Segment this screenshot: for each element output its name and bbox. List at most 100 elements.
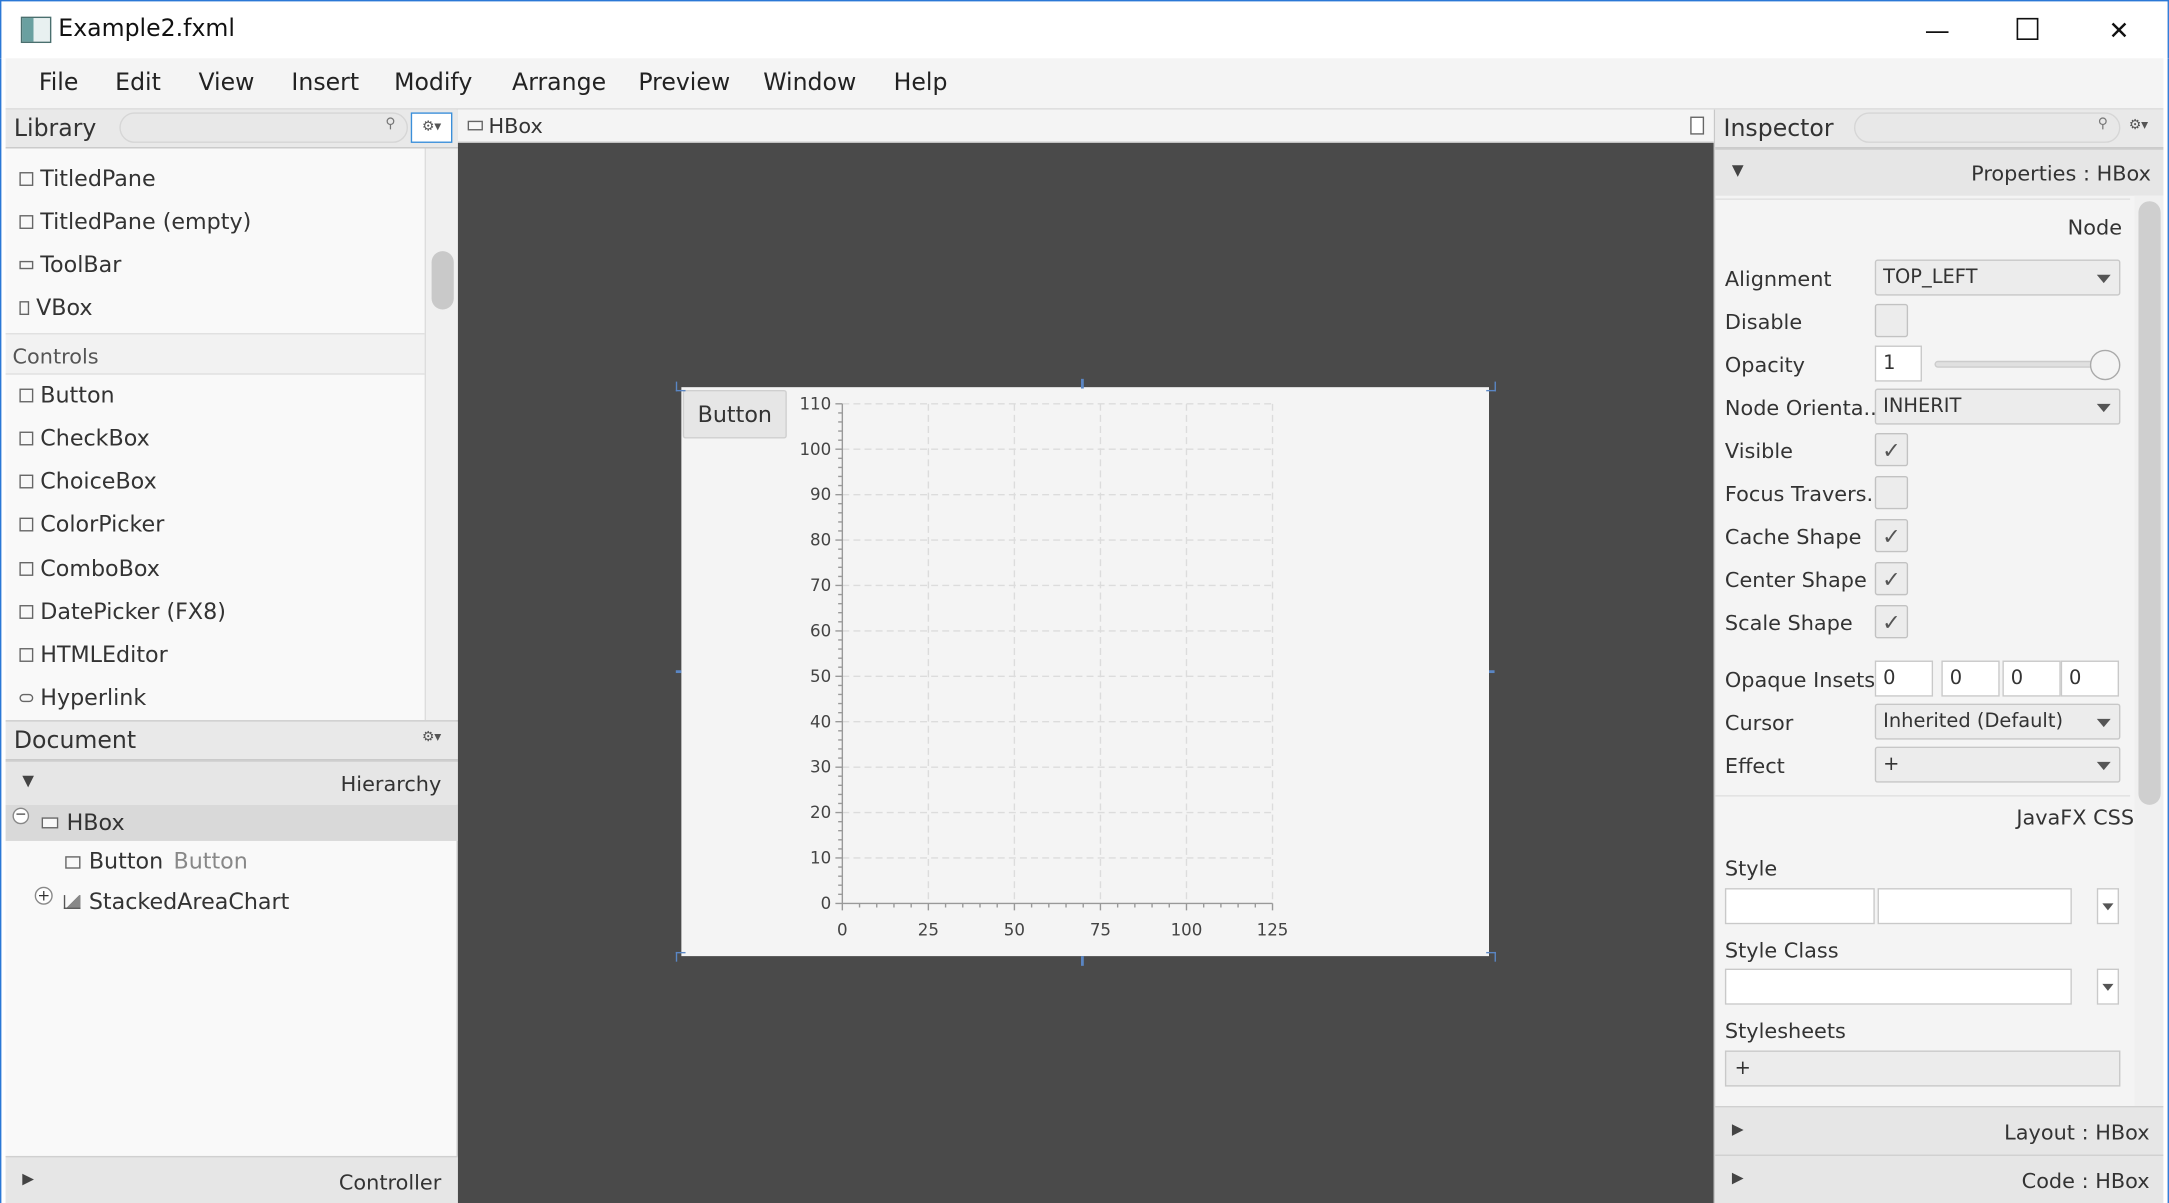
close-button[interactable]: ✕	[2072, 1, 2166, 59]
inspector-search-input[interactable]: ⚲	[1853, 112, 2121, 143]
collapse-arrow-icon: ▼	[22, 771, 34, 790]
code-bar[interactable]: ▶ Code : HBox	[1715, 1154, 2164, 1203]
selection-handle[interactable]	[1489, 670, 1495, 674]
hbox-container[interactable]: Button 0 10 20 30 40 50 60 70 80 90 100 110 0 25 50 75 1…	[681, 387, 1490, 957]
alignment-select[interactable]: TOP_LEFT	[1874, 259, 2121, 296]
hierarchy-bar[interactable]: ▼ Hierarchy	[5, 760, 458, 805]
library-item-datepicker[interactable]: DatePicker (FX8)	[19, 598, 226, 624]
library-item-choicebox[interactable]: ChoiceBox	[19, 468, 157, 494]
opacity-slider-thumb[interactable]	[2089, 349, 2121, 381]
selection-handle[interactable]	[1486, 381, 1496, 392]
library-item-button[interactable]: Button	[19, 382, 115, 408]
scale-shape-label: Scale Shape	[1724, 610, 1853, 636]
chevron-down-icon	[2096, 274, 2111, 284]
menu-preview[interactable]: Preview	[638, 69, 730, 97]
node-orientation-select[interactable]: INHERIT	[1874, 388, 2121, 425]
opacity-slider-track[interactable]	[1934, 360, 2113, 368]
menu-view[interactable]: View	[198, 69, 254, 97]
selection-handle[interactable]	[1081, 378, 1084, 389]
disable-checkbox[interactable]	[1874, 303, 1909, 338]
inspector-scrollbar[interactable]	[2134, 195, 2165, 1106]
library-settings-button[interactable]: ⚙▾	[410, 112, 453, 143]
opacity-input[interactable]: 1	[1874, 345, 1922, 382]
cache-shape-label: Cache Shape	[1724, 524, 1862, 550]
inspector-settings-icon[interactable]: ⚙▾	[2129, 118, 2148, 133]
opaque-insets-right[interactable]: 0	[1941, 660, 2000, 697]
library-item-hyperlink[interactable]: Hyperlink	[19, 684, 146, 711]
colorpicker-icon	[19, 516, 34, 531]
tree-row-stackedareachart[interactable]: + StackedAreaChart	[6, 884, 458, 920]
library-item-checkbox[interactable]: CheckBox	[19, 425, 150, 451]
library-item-titledpane[interactable]: TitledPane	[19, 165, 156, 192]
selection-handle[interactable]	[1081, 956, 1084, 966]
properties-bar[interactable]: ▼ Properties : HBox	[1715, 148, 2165, 196]
tree-row-hbox[interactable]: − HBox	[5, 804, 458, 841]
style-class-menu-button[interactable]	[2096, 968, 2120, 1005]
collapse-icon[interactable]: −	[12, 807, 30, 825]
menu-insert[interactable]: Insert	[291, 69, 359, 97]
selection-handle[interactable]	[675, 670, 682, 674]
selection-handle[interactable]	[1486, 951, 1496, 962]
library-item-vbox[interactable]: VBox	[19, 294, 93, 321]
search-icon: ⚲	[385, 116, 396, 132]
y-tick-label: 10	[810, 849, 831, 868]
selection-handle[interactable]	[675, 381, 686, 392]
maximize-button[interactable]: ☐	[1980, 1, 2074, 59]
center-shape-label: Center Shape	[1724, 567, 1867, 593]
effect-label: Effect	[1724, 753, 1785, 779]
library-item-toolbar[interactable]: ToolBar	[19, 251, 121, 278]
titledpane-icon	[19, 171, 34, 186]
style-class-input[interactable]	[1724, 968, 2072, 1005]
library-scrollbar[interactable]	[424, 148, 458, 721]
style-property-input[interactable]	[1724, 888, 1875, 925]
cache-shape-checkbox[interactable]: ✓	[1874, 518, 1909, 553]
chevron-down-icon	[2102, 903, 2114, 911]
expand-icon[interactable]: +	[34, 886, 53, 905]
document-settings-icon[interactable]: ⚙▾	[422, 730, 441, 745]
tree-row-button[interactable]: Button Button	[6, 844, 458, 880]
visible-label: Visible	[1724, 438, 1793, 464]
library-item-colorpicker[interactable]: ColorPicker	[19, 511, 164, 537]
opaque-insets-bottom[interactable]: 0	[2002, 660, 2061, 697]
menu-file[interactable]: File	[39, 69, 78, 97]
y-tick-label: 60	[810, 621, 831, 640]
design-canvas[interactable]: Button 0 10 20 30 40 50 60 70 80 90 100 110 0 25 50 75 1…	[457, 142, 1714, 1203]
selection-handle[interactable]	[675, 951, 686, 962]
stacked-area-chart[interactable]: 0 10 20 30 40 50 60 70 80 90 100 110 0 25 50 75 100 125	[787, 387, 1489, 956]
scale-shape-checkbox[interactable]: ✓	[1874, 605, 1909, 639]
cursor-select[interactable]: Inherited (Default)	[1874, 703, 2121, 740]
library-scroll-thumb[interactable]	[431, 251, 454, 310]
library-search-input[interactable]: ⚲	[119, 112, 408, 143]
stylesheets-add-button[interactable]: +	[1724, 1050, 2121, 1087]
style-value-input[interactable]	[1877, 888, 2072, 925]
node-section-title: Node	[2067, 215, 2123, 241]
menu-window[interactable]: Window	[763, 69, 856, 97]
menu-modify[interactable]: Modify	[394, 69, 472, 97]
canvas-button[interactable]: Button	[682, 389, 787, 439]
menu-help[interactable]: Help	[894, 69, 948, 97]
style-menu-button[interactable]	[2096, 888, 2120, 925]
library-item-htmleditor[interactable]: HTMLEditor	[19, 641, 168, 667]
visible-checkbox[interactable]: ✓	[1874, 432, 1909, 467]
effect-select[interactable]: +	[1874, 746, 2121, 783]
controller-bar[interactable]: ▶ Controller	[5, 1155, 458, 1203]
library-item-combobox[interactable]: ComboBox	[19, 555, 160, 581]
breadcrumb-hbox[interactable]: HBox	[488, 114, 542, 139]
layout-bar[interactable]: ▶ Layout : HBox	[1715, 1105, 2164, 1155]
inspector-scroll-thumb[interactable]	[2138, 201, 2161, 805]
center-shape-checkbox[interactable]: ✓	[1874, 562, 1909, 596]
library-item-titledpane-empty[interactable]: TitledPane (empty)	[19, 208, 251, 235]
minimize-button[interactable]: —	[1890, 1, 1984, 59]
y-tick-label: 0	[821, 894, 832, 913]
tree-label-stackedareachart: StackedAreaChart	[88, 888, 290, 915]
menu-edit[interactable]: Edit	[115, 69, 161, 97]
focus-traversable-checkbox[interactable]	[1874, 475, 1909, 510]
menu-arrange[interactable]: Arrange	[512, 69, 606, 97]
divider	[1715, 198, 2131, 200]
document-icon[interactable]	[1690, 116, 1705, 135]
opaque-insets-left[interactable]: 0	[2060, 660, 2120, 697]
library-title: Library	[13, 115, 97, 143]
title-bar: Example2.fxml — ☐ ✕	[0, 0, 2169, 59]
datepicker-icon	[19, 604, 34, 619]
opaque-insets-top[interactable]: 0	[1874, 660, 1934, 697]
